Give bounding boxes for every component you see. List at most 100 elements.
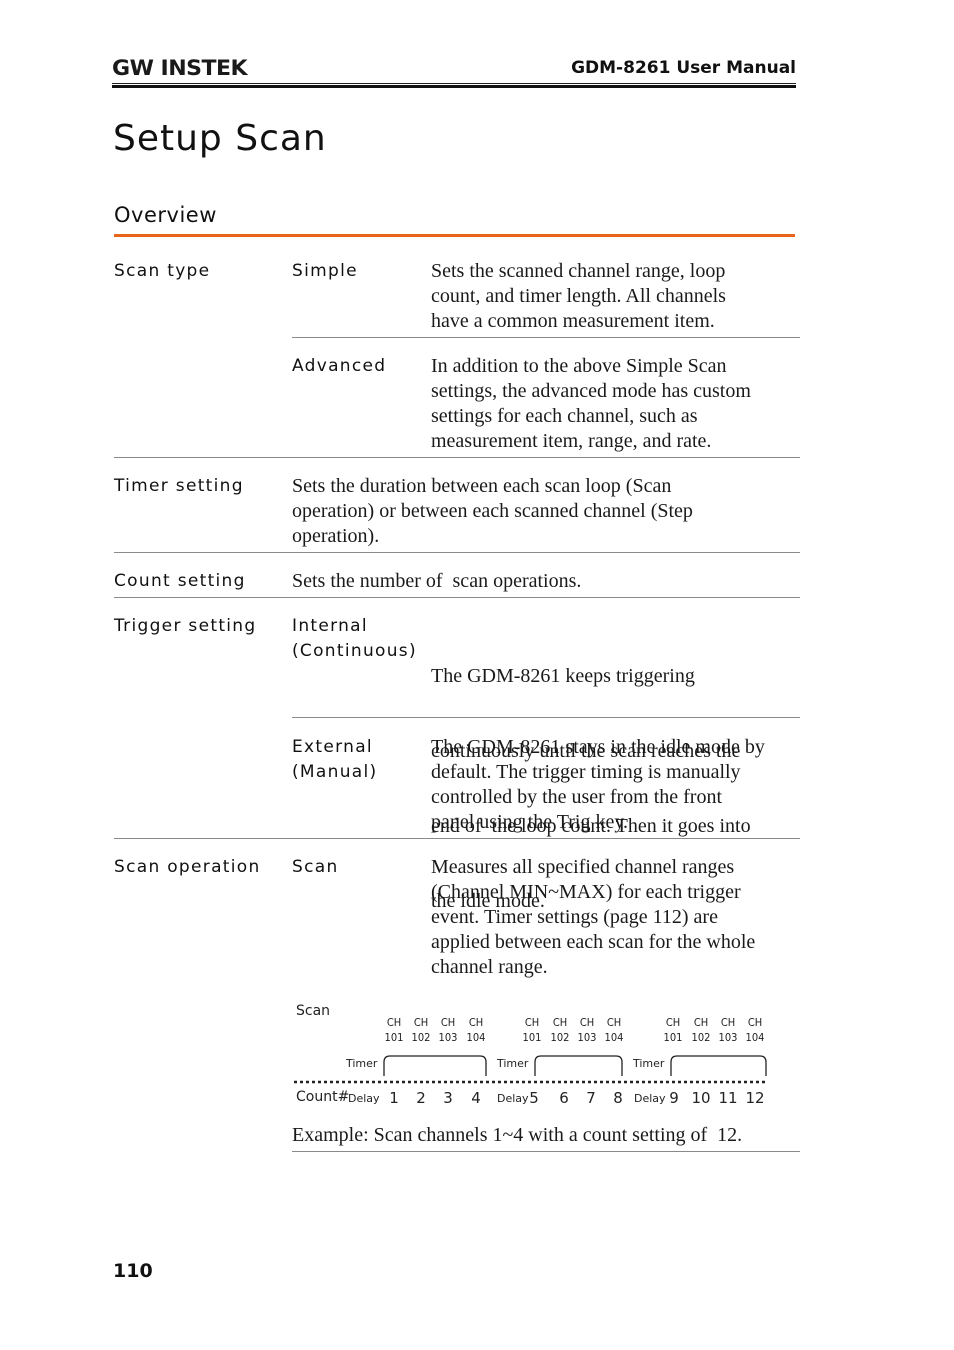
count-number: 10	[691, 1089, 711, 1107]
section-rule	[114, 234, 795, 237]
count-number: 12	[745, 1089, 765, 1107]
sublabel-simple: Simple	[292, 261, 358, 281]
count-number: 4	[471, 1089, 481, 1107]
divider	[292, 717, 800, 718]
timer-label: Timer	[346, 1057, 378, 1070]
row-label-timer-setting: Timer setting	[114, 476, 244, 496]
desc-line: operation) or between each scanned chann…	[292, 500, 693, 522]
count-number: 9	[669, 1089, 679, 1107]
count-number: 8	[613, 1089, 623, 1107]
desc-line: The GDM-8261 stays in the idle mode by	[431, 736, 765, 758]
channel-prefix-label: CH	[693, 1016, 709, 1029]
channel-number-label: 101	[522, 1031, 542, 1044]
section-title: Overview	[114, 203, 217, 227]
channel-prefix-label: CH	[665, 1016, 681, 1029]
channel-number-label: 103	[718, 1031, 738, 1044]
channel-prefix-label: CH	[747, 1016, 763, 1029]
divider	[114, 552, 800, 553]
desc-line: settings, the advanced mode has custom	[431, 380, 751, 402]
count-number: 7	[586, 1089, 596, 1107]
delay-label: Delay	[634, 1092, 666, 1105]
desc-advanced: In addition to the above Simple Scan set…	[431, 354, 751, 454]
channel-number-label: 104	[604, 1031, 624, 1044]
channel-prefix-label: CH	[552, 1016, 568, 1029]
desc-line: controlled by the user from the front	[431, 786, 723, 808]
channel-number-label: 102	[691, 1031, 711, 1044]
page-title: Setup Scan	[113, 118, 327, 159]
row-label-count-setting: Count setting	[114, 571, 246, 591]
brand-logo: GW INSTEK	[112, 56, 248, 80]
header-rule-thick	[112, 85, 796, 88]
sublabel-external: External (Manual)	[292, 735, 377, 785]
channel-prefix-label: CH	[720, 1016, 736, 1029]
sublabel-advanced: Advanced	[292, 356, 387, 376]
desc-line: applied between each scan for the whole	[431, 931, 756, 953]
divider	[114, 597, 800, 598]
channel-number-label: 104	[745, 1031, 765, 1044]
sublabel-line: (Manual)	[292, 762, 378, 782]
count-number: 11	[718, 1089, 738, 1107]
count-label: Count#	[296, 1089, 350, 1105]
channel-prefix-label: CH	[524, 1016, 540, 1029]
desc-line: (Channel MIN~MAX) for each trigger	[431, 881, 741, 903]
desc-line: panel using the Trig key.	[431, 811, 629, 833]
sublabel-line: Internal	[292, 616, 368, 636]
desc-line: settings for each channel, such as	[431, 405, 698, 427]
count-number: 6	[559, 1089, 569, 1107]
desc-line: operation).	[292, 525, 380, 547]
channel-prefix-label: CH	[386, 1016, 402, 1029]
divider	[114, 457, 800, 458]
desc-line: channel range.	[431, 956, 548, 978]
sublabel-internal: Internal (Continuous)	[292, 614, 417, 664]
channel-number-label: 104	[466, 1031, 486, 1044]
divider	[114, 838, 800, 839]
row-label-scan-type: Scan type	[114, 261, 211, 281]
channel-prefix-label: CH	[413, 1016, 429, 1029]
page-header: GW INSTEK GDM-8261 User Manual	[112, 56, 796, 90]
timer-bracket	[383, 1055, 487, 1076]
scan-timing-diagram: Scan CH 101 CH 102 CH 103 CH 104 Timer Delay 1 2 3 4 C…	[290, 1000, 790, 1115]
desc-line: default. The trigger timing is manually	[431, 761, 741, 783]
channel-prefix-label: CH	[606, 1016, 622, 1029]
row-label-scan-operation: Scan operation	[114, 857, 261, 877]
desc-line: The GDM-8261 keeps triggering	[431, 665, 695, 687]
desc-scan: Measures all specified channel ranges (C…	[431, 855, 755, 980]
manual-title: GDM-8261 User Manual	[571, 58, 796, 78]
desc-line: measurement item, range, and rate.	[431, 430, 712, 452]
count-number: 2	[416, 1089, 426, 1107]
timer-label: Timer	[497, 1057, 529, 1070]
desc-line: count, and timer length. All channels	[431, 285, 726, 307]
divider	[292, 1151, 800, 1152]
desc-line: Sets the duration between each scan loop…	[292, 475, 672, 497]
header-rule-thin	[112, 83, 796, 84]
desc-line: Measures all specified channel ranges	[431, 856, 735, 878]
desc-line: Sets the scanned channel range, loop	[431, 260, 726, 282]
channel-number-label: 102	[411, 1031, 431, 1044]
channel-number-label: 103	[577, 1031, 597, 1044]
timer-bracket	[670, 1055, 767, 1076]
count-number: 5	[529, 1089, 539, 1107]
timer-bracket	[534, 1055, 623, 1076]
divider	[292, 337, 800, 338]
page-number: 110	[113, 1260, 153, 1282]
count-number: 1	[389, 1089, 399, 1107]
delay-label: Delay	[348, 1092, 380, 1105]
count-number: 3	[443, 1089, 453, 1107]
channel-number-label: 102	[550, 1031, 570, 1044]
sublabel-scan: Scan	[292, 857, 339, 877]
desc-line: In addition to the above Simple Scan	[431, 355, 727, 377]
channel-number-label: 101	[663, 1031, 683, 1044]
timer-label: Timer	[633, 1057, 665, 1070]
channel-prefix-label: CH	[440, 1016, 456, 1029]
sublabel-line: (Continuous)	[292, 641, 417, 661]
diagram-caption: Example: Scan channels 1~4 with a count …	[292, 1124, 743, 1146]
desc-line: event. Timer settings (page 112) are	[431, 906, 718, 928]
channel-prefix-label: CH	[579, 1016, 595, 1029]
channel-number-label: 101	[384, 1031, 404, 1044]
desc-line: have a common measurement item.	[431, 310, 715, 332]
desc-timer-setting: Sets the duration between each scan loop…	[292, 474, 693, 549]
row-label-trigger-setting: Trigger setting	[114, 616, 257, 636]
desc-external: The GDM-8261 stays in the idle mode by d…	[431, 735, 765, 835]
channel-number-label: 103	[438, 1031, 458, 1044]
sublabel-line: External	[292, 737, 373, 757]
